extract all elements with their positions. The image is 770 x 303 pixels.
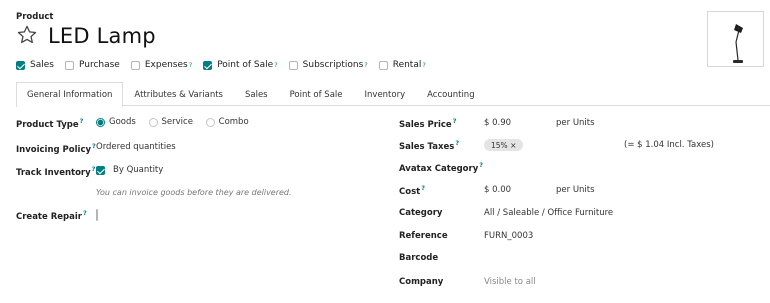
purchase-checkbox[interactable]: Purchase bbox=[64, 60, 120, 70]
rental-checkbox[interactable]: Rental? bbox=[378, 60, 426, 70]
sales-price-input[interactable]: $ 0.90 bbox=[484, 118, 511, 128]
radio-goods[interactable]: Goods bbox=[96, 117, 136, 127]
subscriptions-label: Subscriptions bbox=[302, 60, 364, 70]
help-tooltip-icon[interactable]: ? bbox=[479, 161, 483, 169]
company-select[interactable]: Visible to all bbox=[484, 277, 536, 287]
product-type-radio-group: Goods Service Combo bbox=[96, 117, 259, 130]
category-select[interactable]: All / Saleable / Office Furniture bbox=[484, 208, 613, 218]
track-inventory-label: Track Inventory? bbox=[16, 165, 96, 178]
avatax-category-input[interactable] bbox=[484, 159, 754, 173]
radio-combo[interactable]: Combo bbox=[205, 117, 249, 127]
cost-unit: per Units bbox=[556, 185, 595, 195]
tab-point-of-sale[interactable]: Point of Sale bbox=[279, 82, 354, 106]
point-of-sale-label: Point of Sale bbox=[217, 60, 274, 70]
cost-input[interactable]: $ 0.00 bbox=[484, 185, 511, 195]
reference-input[interactable]: FURN_0003 bbox=[484, 231, 533, 241]
radio-dot[interactable] bbox=[205, 117, 215, 127]
category-label: Category bbox=[399, 208, 443, 218]
create-repair-label: Create Repair? bbox=[16, 209, 87, 222]
notebook-tabs: General Information Attributes & Variant… bbox=[16, 82, 770, 107]
expenses-label: Expenses bbox=[144, 60, 188, 70]
tax-tag: 15% × bbox=[484, 139, 524, 151]
tab-inventory[interactable]: Inventory bbox=[354, 82, 417, 106]
tag-remove-icon[interactable]: × bbox=[510, 141, 516, 150]
sales-taxes-label: Sales Taxes? bbox=[399, 139, 460, 152]
product-name[interactable]: LED Lamp bbox=[48, 24, 156, 48]
help-tooltip-icon[interactable]: ? bbox=[189, 61, 192, 69]
barcode-input[interactable] bbox=[484, 253, 754, 265]
tab-accounting[interactable]: Accounting bbox=[416, 82, 485, 106]
sales-label: Sales bbox=[30, 60, 54, 70]
help-tooltip-icon[interactable]: ? bbox=[92, 165, 96, 173]
favorite-star-icon[interactable] bbox=[16, 24, 38, 46]
checkbox-box[interactable] bbox=[130, 60, 140, 70]
help-tooltip-icon[interactable]: ? bbox=[274, 61, 277, 69]
lamp-image bbox=[733, 24, 743, 63]
create-repair-checkbox[interactable] bbox=[96, 209, 98, 221]
avatax-category-label: Avatax Category? bbox=[399, 161, 484, 174]
invoicing-note: You can invoice goods before they are de… bbox=[96, 188, 292, 197]
help-tooltip-icon[interactable]: ? bbox=[453, 117, 457, 125]
subscriptions-checkbox[interactable]: Subscriptions? bbox=[288, 60, 368, 70]
record-kicker: Product bbox=[16, 12, 54, 22]
cost-label: Cost? bbox=[399, 184, 425, 197]
checkbox-box[interactable] bbox=[203, 60, 213, 70]
rental-label: Rental bbox=[392, 60, 422, 70]
checkbox-box[interactable] bbox=[64, 60, 74, 70]
product-image[interactable] bbox=[707, 11, 764, 67]
barcode-label: Barcode bbox=[399, 253, 439, 263]
checkbox-box[interactable] bbox=[16, 60, 25, 70]
sales-price-label: Sales Price? bbox=[399, 117, 457, 130]
tab-general-information[interactable]: General Information bbox=[16, 82, 124, 107]
purchase-label: Purchase bbox=[78, 60, 120, 70]
track-inventory-checkbox[interactable] bbox=[96, 165, 105, 175]
radio-dot[interactable] bbox=[148, 117, 158, 127]
checkbox-box[interactable] bbox=[378, 60, 388, 70]
product-flags: Sales Purchase Expenses? Point of Sale? … bbox=[16, 58, 426, 72]
tab-attributes-variants[interactable]: Attributes & Variants bbox=[123, 82, 234, 106]
help-tooltip-icon[interactable]: ? bbox=[455, 139, 459, 147]
help-tooltip-icon[interactable]: ? bbox=[422, 61, 425, 69]
sales-taxes-field[interactable]: 15% × bbox=[484, 139, 524, 151]
help-tooltip-icon[interactable]: ? bbox=[83, 209, 87, 217]
radio-dot[interactable] bbox=[96, 117, 105, 127]
help-tooltip-icon[interactable]: ? bbox=[364, 61, 367, 69]
invoicing-policy-select[interactable]: Ordered quantities bbox=[96, 142, 176, 152]
tax-included-price: (= $ 1.04 Incl. Taxes) bbox=[624, 140, 714, 150]
checkbox-box[interactable] bbox=[288, 60, 298, 70]
radio-service[interactable]: Service bbox=[148, 117, 193, 127]
reference-label: Reference bbox=[399, 231, 448, 241]
expenses-checkbox[interactable]: Expenses? bbox=[130, 60, 192, 70]
help-tooltip-icon[interactable]: ? bbox=[80, 117, 84, 125]
point-of-sale-checkbox[interactable]: Point of Sale? bbox=[203, 60, 278, 70]
invoicing-policy-label: Invoicing Policy? bbox=[16, 142, 96, 155]
help-tooltip-icon[interactable]: ? bbox=[421, 184, 425, 192]
track-inventory-mode[interactable]: By Quantity bbox=[113, 165, 163, 175]
company-label: Company bbox=[399, 277, 444, 287]
sales-price-unit: per Units bbox=[556, 118, 595, 128]
product-type-label: Product Type? bbox=[16, 117, 84, 130]
sales-checkbox[interactable]: Sales bbox=[16, 60, 54, 70]
tab-sales[interactable]: Sales bbox=[234, 82, 279, 106]
track-inventory-field: By Quantity bbox=[96, 165, 163, 175]
